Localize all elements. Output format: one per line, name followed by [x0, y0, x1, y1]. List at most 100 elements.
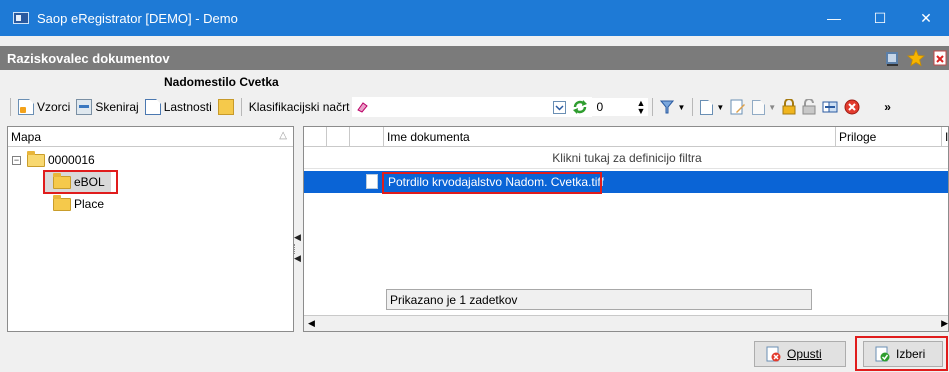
folder-grid-icon — [217, 99, 234, 115]
tree-column-label: Mapa — [11, 129, 42, 144]
eraser-icon[interactable] — [356, 101, 369, 113]
filter-row-text: Klikni tukaj za definicijo filtra — [552, 150, 702, 165]
vzorci-label: Vzorci — [37, 100, 71, 114]
confirm-icon — [875, 346, 890, 362]
close-button[interactable]: ✕ — [903, 0, 949, 36]
app-icon — [13, 12, 29, 24]
page-title: Raziskovalec dokumentov — [7, 50, 170, 66]
table-row[interactable]: Potrdilo krvodajalstvo Nadom. Cvetka.tif… — [304, 171, 948, 193]
filter-icon — [660, 100, 675, 114]
template-icon — [18, 99, 34, 115]
delete-icon — [844, 99, 860, 115]
klasifikacijski-nacrt-input[interactable] — [352, 97, 593, 117]
tree-root-node[interactable]: − 0000016 — [12, 149, 95, 171]
link-icon — [822, 101, 838, 113]
grid-header-blank[interactable] — [327, 127, 350, 147]
filter-row[interactable]: Klikni tukaj za definicijo filtra — [304, 147, 948, 169]
toolbar: Vzorci Skeniraj Lastnosti Klasifikacijsk… — [0, 94, 949, 120]
izberi-button[interactable]: Izberi — [863, 341, 943, 367]
new-document-button[interactable]: ▼ — [697, 96, 727, 118]
maximize-button[interactable]: ☐ — [857, 0, 903, 36]
stepper-arrows-icon[interactable]: ▲ ▼ — [637, 99, 646, 116]
window-titlebar: Saop eRegistrator [DEMO] - Demo — ☐ ✕ — [0, 0, 949, 36]
toolbar-separator — [692, 98, 694, 116]
favorite-star-icon[interactable] — [907, 49, 925, 67]
tree-item-place[interactable]: Place — [45, 193, 104, 215]
grid-header-indicator[interactable] — [304, 127, 327, 147]
grid-footer: Prikazano je 1 zadetkov — [386, 289, 812, 310]
vzorci-button[interactable]: Vzorci — [15, 96, 73, 118]
collapse-left-icon[interactable]: ◀ — [294, 253, 302, 263]
unlock-button[interactable] — [799, 96, 819, 118]
folder-icon — [53, 194, 71, 211]
folder-icon — [53, 172, 71, 189]
move-document-icon — [752, 99, 766, 115]
filter-button[interactable]: ▼ — [657, 96, 688, 118]
folder-open-icon — [27, 150, 45, 167]
column-name-label: Ime dokumenta — [387, 130, 470, 144]
column-extra-label: I — [945, 130, 949, 144]
folder-tree-panel: Mapa △ − 0000016 eBOL Place — [7, 126, 294, 332]
edit-document-button[interactable] — [727, 96, 749, 118]
lastnosti-button[interactable]: Lastnosti — [142, 96, 215, 118]
opusti-label: Opusti — [787, 347, 822, 361]
toolbar-separator — [240, 98, 242, 116]
lock-button[interactable] — [779, 96, 799, 118]
tree-item-label: Place — [74, 197, 105, 211]
tree-column-header[interactable]: Mapa △ — [8, 127, 293, 147]
grid-header-extra[interactable]: I — [942, 127, 949, 147]
move-document-button[interactable]: ▼ — [749, 96, 779, 118]
properties-icon — [144, 99, 161, 115]
opusti-button[interactable]: Opusti — [754, 341, 846, 367]
documents-grid: Ime dokumenta Priloge I Klikni tukaj za … — [303, 126, 949, 332]
izberi-label: Izberi — [896, 347, 926, 361]
toolbar-grip — [10, 98, 11, 116]
minimize-button[interactable]: — — [811, 0, 857, 36]
toolbar-separator — [652, 98, 654, 116]
tree-item-label: eBOL — [74, 175, 105, 189]
grid-header-priloge[interactable]: Priloge — [836, 127, 942, 147]
grid-header-name[interactable]: Ime dokumenta — [384, 127, 836, 147]
chevron-down-icon: ▼ — [716, 102, 725, 112]
horizontal-scrollbar[interactable]: ◀ ▶ — [304, 315, 948, 331]
book-icon[interactable] — [883, 49, 901, 67]
refresh-icon[interactable] — [572, 99, 588, 115]
edit-document-icon — [730, 99, 746, 115]
collapse-icon[interactable]: − — [12, 155, 21, 165]
document-name: Potrdilo krvodajalstvo Nadom. Cvetka.tif… — [388, 175, 604, 189]
tree-root-label: 0000016 — [48, 153, 95, 167]
panel-splitter[interactable] — [294, 126, 303, 332]
scroll-right-icon[interactable]: ▶ — [941, 318, 948, 329]
result-count: Prikazano je 1 zadetkov — [390, 292, 518, 307]
cancel-icon — [766, 346, 781, 362]
link-button[interactable] — [819, 96, 841, 118]
lastnosti-label: Lastnosti — [163, 100, 212, 114]
chevron-down-icon: ▼ — [768, 102, 777, 112]
folder-view-button[interactable] — [215, 96, 237, 118]
lock-icon — [782, 99, 796, 115]
close-panel-icon[interactable] — [931, 49, 949, 67]
scroll-left-icon[interactable]: ◀ — [308, 318, 315, 329]
toolbar-overflow-icon[interactable]: » — [881, 96, 894, 118]
tree-item-ebol[interactable]: eBOL — [45, 171, 111, 193]
counter-value: 0 — [596, 100, 604, 114]
header-icons — [883, 47, 949, 69]
dropdown-icon[interactable] — [553, 100, 567, 114]
grid-header-icon-col[interactable] — [350, 127, 384, 147]
grid-header: Ime dokumenta Priloge I — [304, 127, 949, 147]
skeniraj-button[interactable]: Skeniraj — [73, 96, 141, 118]
skeniraj-label: Skeniraj — [95, 100, 139, 114]
unlock-icon — [802, 99, 816, 115]
collapse-left-icon[interactable]: ◀ — [294, 232, 302, 242]
column-priloge-label: Priloge — [839, 130, 877, 144]
delete-button[interactable] — [841, 96, 863, 118]
klasifikacijski-nacrt-label: Klasifikacijski načrt — [248, 100, 350, 114]
new-document-icon — [700, 99, 714, 115]
window-title: Saop eRegistrator [DEMO] - Demo — [37, 10, 238, 26]
document-title: Nadomestilo Cvetka — [164, 75, 279, 89]
file-icon — [366, 174, 378, 189]
counter-stepper[interactable]: 0 ▲ ▼ — [592, 98, 649, 116]
sort-arrow-icon[interactable]: △ — [279, 130, 287, 141]
scanner-icon — [76, 99, 93, 115]
page-header: Raziskovalec dokumentov — [0, 46, 949, 70]
